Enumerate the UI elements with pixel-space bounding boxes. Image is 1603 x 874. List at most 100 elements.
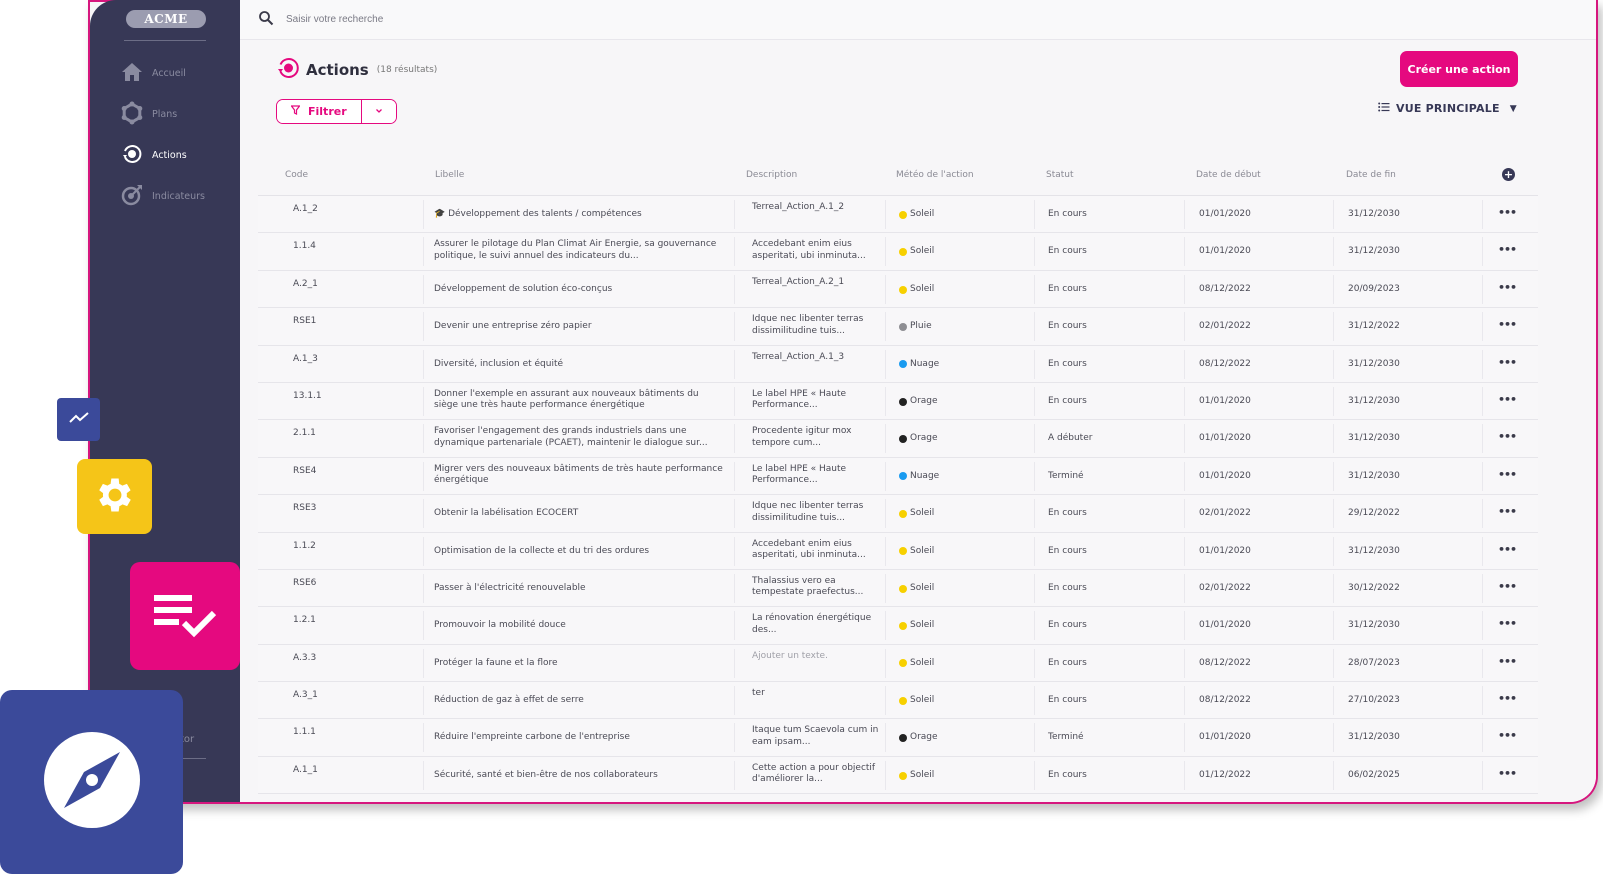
table-row[interactable]: RSE3 Obtenir la labélisation ECOCERT Idque…	[258, 495, 1538, 533]
sidebar-item-accueil[interactable]: Accueil	[120, 60, 186, 86]
cell-date-fin[interactable]: 31/12/2030	[1348, 209, 1400, 221]
cell-meteo[interactable]: Soleil	[899, 658, 934, 670]
cell-meteo[interactable]: Soleil	[899, 246, 934, 258]
cell-statut[interactable]: En cours	[1048, 284, 1087, 296]
column-header-code[interactable]: Code	[285, 170, 308, 180]
table-row[interactable]: 1.1.1 Réduire l'empreinte carbone de l'en…	[258, 719, 1538, 757]
cell-date-fin[interactable]: 31/12/2030	[1348, 396, 1400, 408]
sidebar-item-actions[interactable]: Actions	[120, 142, 187, 168]
cell-date-debut[interactable]: 02/01/2022	[1199, 583, 1251, 595]
cell-libelle[interactable]: Obtenir la labélisation ECOCERT	[434, 508, 724, 520]
cell-date-debut[interactable]: 01/01/2020	[1199, 396, 1251, 408]
cell-description[interactable]: Terreal_Action_A.2_1	[752, 277, 882, 289]
row-more-options-button[interactable]: •••	[1498, 357, 1517, 369]
cell-meteo[interactable]: Nuage	[899, 471, 939, 483]
cell-date-debut[interactable]: 01/01/2020	[1199, 620, 1251, 632]
cell-statut[interactable]: En cours	[1048, 620, 1087, 632]
cell-date-fin[interactable]: 31/12/2030	[1348, 433, 1400, 445]
cell-libelle[interactable]: Promouvoir la mobilité douce	[434, 620, 724, 632]
cell-date-fin[interactable]: 31/12/2030	[1348, 246, 1400, 258]
row-more-options-button[interactable]: •••	[1498, 768, 1517, 780]
cell-meteo[interactable]: Orage	[899, 433, 938, 445]
cell-date-debut[interactable]: 08/12/2022	[1199, 359, 1251, 371]
cell-meteo[interactable]: Soleil	[899, 695, 934, 707]
cell-description[interactable]: Idque nec libenter terras dissimilitudin…	[752, 314, 882, 337]
cell-description[interactable]: Accedebant enim eius asperitati, ubi inm…	[752, 539, 882, 562]
cell-description[interactable]: Idque nec libenter terras dissimilitudin…	[752, 501, 882, 524]
table-row[interactable]: 2.1.1 Favoriser l'engagement des grands i…	[258, 420, 1538, 458]
cell-description[interactable]: Accedebant enim eius asperitati, ubi inm…	[752, 239, 882, 262]
cell-statut[interactable]: En cours	[1048, 508, 1087, 520]
search-input[interactable]	[286, 14, 686, 25]
row-more-options-button[interactable]: •••	[1498, 730, 1517, 742]
cell-meteo[interactable]: Soleil	[899, 770, 934, 782]
cell-description[interactable]: Le label HPE « Haute Performance...	[752, 464, 882, 487]
row-more-options-button[interactable]: •••	[1498, 693, 1517, 705]
sidebar-item-indicateurs[interactable]: Indicateurs	[120, 183, 205, 209]
row-more-options-button[interactable]: •••	[1498, 581, 1517, 593]
cell-statut[interactable]: En cours	[1048, 321, 1087, 333]
cell-date-fin[interactable]: 06/02/2025	[1348, 770, 1400, 782]
column-header-meteo[interactable]: Météo de l'action	[896, 170, 974, 180]
row-more-options-button[interactable]: •••	[1498, 656, 1517, 668]
cell-meteo[interactable]: Soleil	[899, 209, 934, 221]
cell-description[interactable]: Ajouter un texte.	[752, 651, 882, 663]
cell-date-debut[interactable]: 08/12/2022	[1199, 695, 1251, 707]
cell-date-fin[interactable]: 31/12/2030	[1348, 546, 1400, 558]
cell-libelle[interactable]: 🎓 Développement des talents / compétence…	[434, 209, 724, 221]
table-row[interactable]: A.3.3 Protéger la faune et la flore Ajoute…	[258, 644, 1538, 683]
row-more-options-button[interactable]: •••	[1498, 207, 1517, 219]
cell-libelle[interactable]: Protéger la faune et la flore	[434, 658, 724, 670]
cell-meteo[interactable]: Soleil	[899, 583, 934, 595]
cell-libelle[interactable]: Assurer le pilotage du Plan Climat Air E…	[434, 239, 724, 262]
table-row[interactable]: 13.1.1 Donner l'exemple en assurant aux n…	[258, 382, 1538, 421]
row-more-options-button[interactable]: •••	[1498, 394, 1517, 406]
cell-libelle[interactable]: Réduire l'empreinte carbone de l'entrepr…	[434, 732, 724, 744]
cell-date-debut[interactable]: 08/12/2022	[1199, 284, 1251, 296]
cell-date-debut[interactable]: 01/01/2020	[1199, 546, 1251, 558]
table-row[interactable]: A.1_3 Diversité, inclusion et équité Terre…	[258, 345, 1538, 383]
cell-statut[interactable]: En cours	[1048, 359, 1087, 371]
row-more-options-button[interactable]: •••	[1498, 282, 1517, 294]
cell-meteo[interactable]: Soleil	[899, 508, 934, 520]
row-more-options-button[interactable]: •••	[1498, 506, 1517, 518]
view-selector[interactable]: VUE PRINCIPALE ▼	[1378, 102, 1517, 115]
table-row[interactable]: RSE6 Passer à l'électricité renouvelable T…	[258, 569, 1538, 608]
cell-date-debut[interactable]: 01/01/2020	[1199, 732, 1251, 744]
cell-date-debut[interactable]: 01/01/2020	[1199, 246, 1251, 258]
table-row[interactable]: RSE4 Migrer vers des nouveaux bâtiments d…	[258, 457, 1538, 496]
cell-date-debut[interactable]: 01/01/2020	[1199, 209, 1251, 221]
cell-date-debut[interactable]: 01/01/2020	[1199, 471, 1251, 483]
cell-description[interactable]: Itaque tum Scaevola cum in eam ipsam...	[752, 725, 882, 748]
cell-description[interactable]: ter	[752, 688, 882, 700]
column-header-date-debut[interactable]: Date de début	[1196, 170, 1261, 180]
row-more-options-button[interactable]: •••	[1498, 431, 1517, 443]
cell-description[interactable]: Terreal_Action_A.1_3	[752, 352, 882, 364]
cell-date-debut[interactable]: 02/01/2022	[1199, 321, 1251, 333]
table-row[interactable]: A.2_1 Développement de solution éco-conçu…	[258, 270, 1538, 309]
cell-libelle[interactable]: Diversité, inclusion et équité	[434, 359, 724, 371]
cell-date-fin[interactable]: 31/12/2030	[1348, 471, 1400, 483]
table-row[interactable]: 1.1.2 Optimisation de la collecte et du t…	[258, 532, 1538, 570]
cell-statut[interactable]: Terminé	[1048, 471, 1084, 483]
table-row[interactable]: 1.1.4 Assurer le pilotage du Plan Climat …	[258, 233, 1538, 271]
cell-date-fin[interactable]: 20/09/2023	[1348, 284, 1400, 296]
row-more-options-button[interactable]: •••	[1498, 544, 1517, 556]
table-row[interactable]: A.1_2 🎓 Développement des talents / compé…	[258, 196, 1538, 234]
cell-statut[interactable]: En cours	[1048, 770, 1087, 782]
filter-dropdown-button[interactable]	[361, 100, 396, 123]
cell-libelle[interactable]: Migrer vers des nouveaux bâtiments de tr…	[434, 464, 724, 487]
cell-date-fin[interactable]: 31/12/2030	[1348, 620, 1400, 632]
add-column-button[interactable]: +	[1502, 168, 1515, 181]
cell-date-debut[interactable]: 02/01/2022	[1199, 508, 1251, 520]
cell-statut[interactable]: En cours	[1048, 658, 1087, 670]
cell-libelle[interactable]: Devenir une entreprise zéro papier	[434, 321, 724, 333]
table-row[interactable]: A.3_1 Réduction de gaz à effet de serre te…	[258, 682, 1538, 720]
cell-statut[interactable]: En cours	[1048, 695, 1087, 707]
column-header-description[interactable]: Description	[746, 170, 797, 180]
filter-button[interactable]: Filtrer	[277, 100, 362, 123]
cell-description[interactable]: La rénovation énergétique des...	[752, 613, 882, 636]
table-row[interactable]: A.1_1 Sécurité, santé et bien-être de nos…	[258, 756, 1538, 795]
create-action-button[interactable]: Créer une action	[1400, 51, 1518, 87]
cell-libelle[interactable]: Donner l'exemple en assurant aux nouveau…	[434, 389, 724, 412]
